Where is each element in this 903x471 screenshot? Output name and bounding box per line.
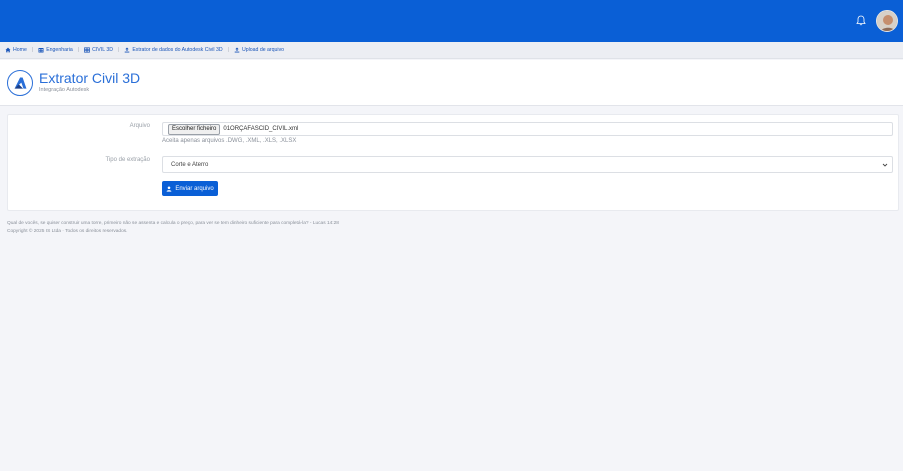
- breadcrumb-upload[interactable]: Upload de arquivo: [234, 47, 284, 53]
- top-navbar: [0, 0, 903, 42]
- breadcrumb-separator: |: [117, 47, 120, 53]
- selected-file-name: 01ORÇAFASCID_CIVIL.xml: [223, 126, 299, 132]
- autodesk-logo: [7, 70, 33, 96]
- breadcrumb-label: Extrator de dados do Autodesk Civil 3D: [132, 47, 223, 53]
- breadcrumb-home[interactable]: Home: [5, 47, 27, 53]
- upload-icon: [234, 47, 240, 53]
- breadcrumb-label: CIVIL 3D: [92, 47, 113, 53]
- home-icon: [5, 47, 11, 53]
- grid-icon: [84, 47, 90, 53]
- breadcrumb-separator: |: [227, 47, 229, 53]
- footer-copyright: Copyright © 2025 IS Ltda · Todos os dire…: [7, 229, 128, 234]
- page-title: Extrator Civil 3D: [39, 70, 141, 86]
- breadcrumb: Home | Engenharia | CIVIL 3D | Extrator …: [0, 42, 903, 59]
- breadcrumb-civil3d[interactable]: CIVIL 3D: [84, 47, 113, 53]
- send-file-label: Enviar arquivo: [175, 185, 214, 192]
- breadcrumb-label: Upload de arquivo: [241, 47, 285, 53]
- upload-icon: [125, 47, 130, 53]
- file-input[interactable]: Escolher ficheiro 01ORÇAFASCID_CIVIL.xml: [162, 122, 893, 136]
- breadcrumb-label: Engenharia: [46, 47, 73, 53]
- choose-file-button[interactable]: Escolher ficheiro: [168, 123, 221, 135]
- breadcrumb-engenharia[interactable]: Engenharia: [38, 47, 73, 53]
- breadcrumb-label: Home: [13, 47, 27, 53]
- footer-quote: Qual de vocês, se quiser construir uma t…: [7, 221, 339, 226]
- bell-icon[interactable]: [856, 15, 866, 26]
- chevron-down-icon: [882, 163, 888, 167]
- file-hint: Aceita apenas arquivos .DWG, .XML, .XLS,…: [162, 138, 297, 144]
- extraction-type-label: Tipo de extração: [105, 157, 150, 163]
- file-label: Arquivo: [129, 123, 150, 129]
- extraction-type-select[interactable]: Corte e Aterro: [162, 156, 893, 173]
- breadcrumb-separator: |: [77, 47, 80, 53]
- building-icon: [38, 48, 44, 53]
- user-avatar[interactable]: [876, 10, 898, 32]
- user-icon: [166, 186, 172, 192]
- breadcrumb-separator: |: [31, 47, 34, 53]
- breadcrumb-extrator[interactable]: Extrator de dados do Autodesk Civil 3D: [124, 47, 223, 53]
- send-file-button[interactable]: Enviar arquivo: [162, 181, 218, 196]
- extraction-type-value: Corte e Aterro: [171, 161, 209, 168]
- page-subtitle: Integração Autodesk: [39, 87, 90, 93]
